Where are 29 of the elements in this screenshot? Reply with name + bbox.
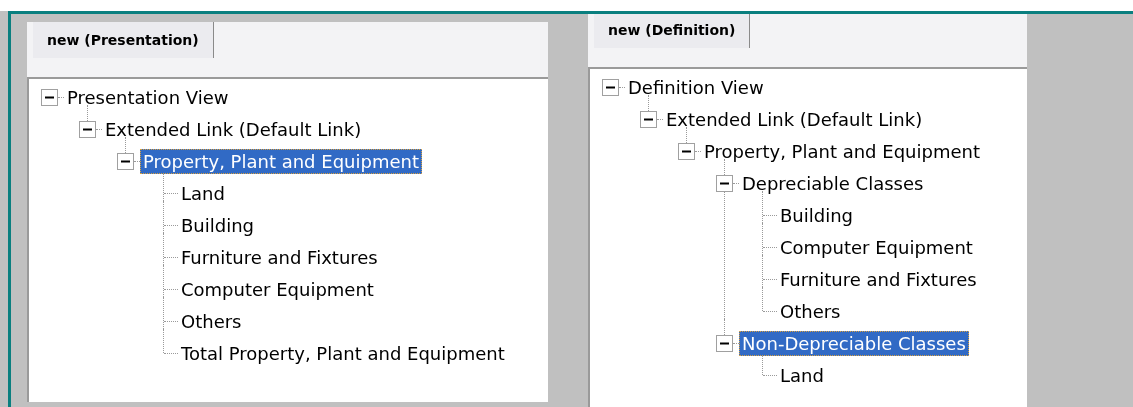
collapse-icon[interactable] xyxy=(716,174,733,192)
tree-item[interactable]: Building xyxy=(777,202,857,228)
tree-item[interactable]: Computer Equipment xyxy=(178,276,377,302)
panel-tab[interactable]: new (Presentation) xyxy=(33,22,214,58)
tree-item[interactable]: Others xyxy=(777,298,844,324)
collapse-icon[interactable] xyxy=(79,120,96,138)
tree-item[interactable]: Land xyxy=(178,180,228,206)
tree-item[interactable]: Depreciable Classes xyxy=(739,170,927,196)
tree-item[interactable]: Definition View xyxy=(625,74,767,100)
tree-item[interactable]: Extended Link (Default Link) xyxy=(102,116,365,142)
collapse-icon[interactable] xyxy=(117,152,134,170)
tree-item[interactable]: Extended Link (Default Link) xyxy=(663,106,926,132)
tree-item[interactable]: Furniture and Fixtures xyxy=(178,244,381,270)
collapse-icon[interactable] xyxy=(41,88,58,106)
collapse-icon[interactable] xyxy=(716,334,733,352)
tree-item[interactable]: Presentation View xyxy=(64,84,232,110)
tree-item[interactable]: Others xyxy=(178,308,245,334)
tree-item[interactable]: Computer Equipment xyxy=(777,234,976,260)
tree-item[interactable]: Property, Plant and Equipment xyxy=(701,138,983,164)
collapse-icon[interactable] xyxy=(678,142,695,160)
collapse-icon[interactable] xyxy=(640,110,657,128)
tree-item[interactable]: Building xyxy=(178,212,258,238)
tree-item[interactable]: Property, Plant and Equipment xyxy=(140,148,422,174)
tree-item[interactable]: Total Property, Plant and Equipment xyxy=(178,340,508,366)
tree-item[interactable]: Land xyxy=(777,362,827,388)
tree-item[interactable]: Non-Depreciable Classes xyxy=(739,330,969,356)
tree-item[interactable]: Furniture and Fixtures xyxy=(777,266,980,292)
panel-tab[interactable]: new (Definition) xyxy=(594,14,751,48)
collapse-icon[interactable] xyxy=(602,78,619,96)
